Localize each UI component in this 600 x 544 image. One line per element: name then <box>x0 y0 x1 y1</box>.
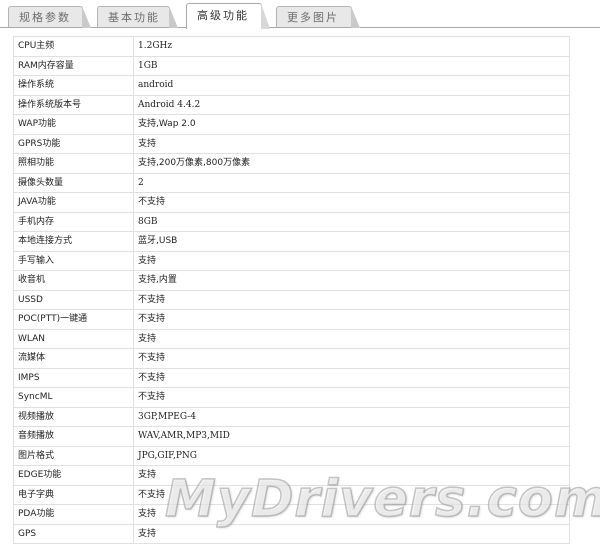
spec-value: 支持,200万像素,800万像素 <box>133 153 570 174</box>
spec-value: 不支持 <box>133 484 570 505</box>
spec-value: 3GP,MPEG-4 <box>133 406 570 427</box>
table-row: 图片格式 JPG,GIF,PNG <box>13 445 570 466</box>
spec-key: WAP功能 <box>13 114 134 135</box>
spec-key: USSD <box>13 289 134 310</box>
table-row: 操作系统 android <box>13 75 570 96</box>
spec-key: 操作系统版本号 <box>13 94 134 115</box>
spec-key: 视频播放 <box>13 406 134 427</box>
table-row: EDGE功能 支持 <box>13 465 570 486</box>
spec-key: SyncML <box>13 387 134 408</box>
spec-key: 手写输入 <box>13 250 134 271</box>
table-row: GPS 支持 <box>13 523 570 544</box>
spec-key: JAVA功能 <box>13 192 134 213</box>
spec-value: 支持 <box>133 328 570 349</box>
table-row: POC(PTT)一键通 不支持 <box>13 309 570 330</box>
table-row: 流媒体 不支持 <box>13 348 570 369</box>
table-row: CPU主频 1.2GHz <box>13 36 570 57</box>
table-row: JAVA功能 不支持 <box>13 192 570 213</box>
spec-key: 本地连接方式 <box>13 231 134 252</box>
tab-basic-functions[interactable]: 基本功能 <box>97 6 178 28</box>
spec-key: 流媒体 <box>13 348 134 369</box>
tab-advanced-functions[interactable]: 高级功能 <box>186 3 270 29</box>
spec-value: 2 <box>133 172 570 193</box>
spec-value: 不支持 <box>133 367 570 388</box>
spec-key: GPRS功能 <box>13 133 134 154</box>
table-row: 操作系统版本号 Android 4.4.2 <box>13 94 570 115</box>
spec-value: 不支持 <box>133 348 570 369</box>
spec-value: 支持,内置 <box>133 270 570 291</box>
table-row: WLAN 支持 <box>13 328 570 349</box>
spec-key: 摄像头数量 <box>13 172 134 193</box>
spec-value: 支持 <box>133 523 570 544</box>
spec-table: CPU主频 1.2GHz RAM内存容量 1GB 操作系统 android 操作系统版本号 A… <box>13 36 570 544</box>
spec-key: 电子字典 <box>13 484 134 505</box>
spec-value: WAV,AMR,MP3,MID <box>133 426 570 447</box>
spec-value: JPG,GIF,PNG <box>133 445 570 466</box>
spec-value: 不支持 <box>133 192 570 213</box>
table-row: WAP功能 支持,Wap 2.0 <box>13 114 570 135</box>
spec-key: 操作系统 <box>13 75 134 96</box>
spec-value: android <box>133 75 570 96</box>
spec-key: IMPS <box>13 367 134 388</box>
spec-value: 不支持 <box>133 387 570 408</box>
table-row: USSD 不支持 <box>13 289 570 310</box>
spec-key: RAM内存容量 <box>13 55 134 76</box>
spec-table-body: CPU主频 1.2GHz RAM内存容量 1GB 操作系统 android 操作系统版本号 A… <box>13 36 570 544</box>
table-row: 照相功能 支持,200万像素,800万像素 <box>13 153 570 174</box>
spec-value: 蓝牙,USB <box>133 231 570 252</box>
table-row: GPRS功能 支持 <box>13 133 570 154</box>
spec-value: 1.2GHz <box>133 36 570 57</box>
spec-value: 支持 <box>133 504 570 525</box>
spec-value: 支持,Wap 2.0 <box>133 114 570 135</box>
spec-key: 手机内存 <box>13 211 134 232</box>
spec-key: 音频播放 <box>13 426 134 447</box>
spec-key: 收音机 <box>13 270 134 291</box>
spec-value: 1GB <box>133 55 570 76</box>
spec-value: 支持 <box>133 250 570 271</box>
spec-key: 图片格式 <box>13 445 134 466</box>
spec-key: PDA功能 <box>13 504 134 525</box>
table-row: PDA功能 支持 <box>13 504 570 525</box>
table-row: SyncML 不支持 <box>13 387 570 408</box>
spec-value: 支持 <box>133 465 570 486</box>
spec-value: 不支持 <box>133 309 570 330</box>
spec-key: EDGE功能 <box>13 465 134 486</box>
table-row: 手机内存 8GB <box>13 211 570 232</box>
table-row: IMPS 不支持 <box>13 367 570 388</box>
spec-value: 不支持 <box>133 289 570 310</box>
spec-key: 照相功能 <box>13 153 134 174</box>
spec-key: GPS <box>13 523 134 544</box>
tab-more-photos[interactable]: 更多图片 <box>276 6 360 28</box>
spec-value: 支持 <box>133 133 570 154</box>
table-row: 收音机 支持,内置 <box>13 270 570 291</box>
table-row: 本地连接方式 蓝牙,USB <box>13 231 570 252</box>
table-row: 音频播放 WAV,AMR,MP3,MID <box>13 426 570 447</box>
spec-key: CPU主频 <box>13 36 134 57</box>
spec-key: WLAN <box>13 328 134 349</box>
tab-bar: 规格参数 基本功能 高级功能 更多图片 <box>0 0 600 29</box>
spec-value: Android 4.4.2 <box>133 94 570 115</box>
table-row: 摄像头数量 2 <box>13 172 570 193</box>
table-row: RAM内存容量 1GB <box>13 55 570 76</box>
spec-key: POC(PTT)一键通 <box>13 309 134 330</box>
spec-value: 8GB <box>133 211 570 232</box>
table-row: 视频播放 3GP,MPEG-4 <box>13 406 570 427</box>
table-row: 手写输入 支持 <box>13 250 570 271</box>
tab-spec-params[interactable]: 规格参数 <box>8 6 91 28</box>
table-row: 电子字典 不支持 <box>13 484 570 505</box>
